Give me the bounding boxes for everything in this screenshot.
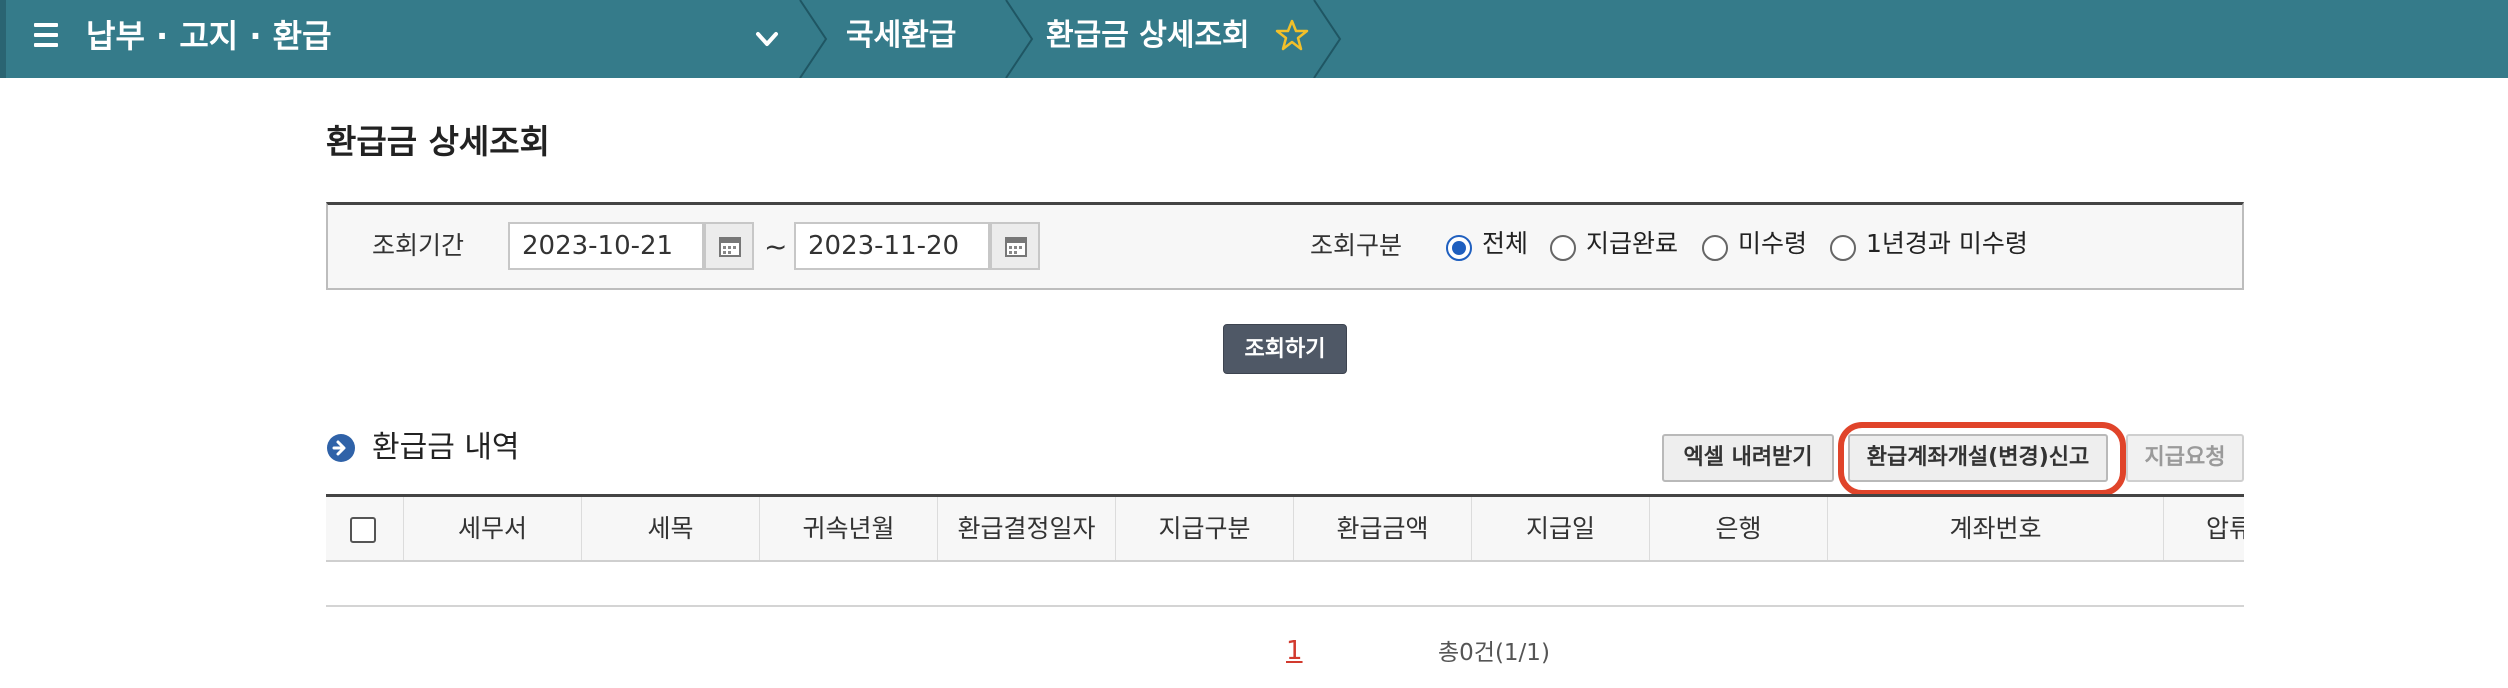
column-header[interactable]: 은행 (1650, 497, 1828, 560)
radio-unclaimed-label[interactable]: 미수령 (1738, 227, 1807, 261)
column-header[interactable]: 환급결정일자 (938, 497, 1116, 560)
radio-unclaimed-over-year[interactable] (1830, 235, 1856, 261)
radio-unclaimed-over-year-label[interactable]: 1년경과 미수령 (1866, 227, 2028, 261)
breadcrumb-separator-icon (799, 0, 828, 78)
top-navigation-bar: 납부 · 고지 · 환급 국세환급 환급금 상세조회 (0, 0, 2508, 78)
column-header[interactable]: 압류 (2164, 497, 2244, 560)
total-count: 총0건(1/1) (1438, 640, 1550, 666)
radio-paid-label[interactable]: 지급완료 (1586, 227, 1678, 261)
chevron-down-icon[interactable] (752, 24, 782, 54)
refund-history-title: 환급금 내역 (372, 430, 520, 465)
start-date-calendar-button[interactable] (704, 222, 754, 270)
radio-unclaimed[interactable] (1702, 235, 1728, 261)
calendar-icon (1005, 237, 1027, 257)
hamburger-menu-icon[interactable] (34, 23, 58, 47)
breadcrumb-item-current[interactable]: 환급금 상세조회 (1046, 14, 1250, 58)
period-label: 조회기간 (372, 231, 465, 260)
radio-all-label[interactable]: 전체 (1482, 227, 1528, 261)
column-header[interactable]: 귀속년월 (760, 497, 938, 560)
column-header[interactable]: 세무서 (404, 497, 582, 560)
refund-table-header: 세무서 세목 귀속년월 환급결정일자 지급구분 환급금액 지급일 은행 계좌번호… (326, 494, 2244, 562)
pagination-current-page[interactable]: 1 (1286, 634, 1303, 668)
page-title: 환급금 상세조회 (326, 122, 551, 161)
column-header[interactable]: 지급구분 (1116, 497, 1294, 560)
calendar-icon (719, 237, 741, 257)
favorite-star-icon[interactable] (1275, 18, 1309, 52)
select-all-checkbox[interactable] (350, 517, 376, 543)
radio-paid[interactable] (1550, 235, 1576, 261)
radio-all[interactable] (1446, 235, 1472, 261)
column-header[interactable]: 세목 (582, 497, 760, 560)
end-date-input[interactable] (794, 222, 990, 270)
date-range-separator: ~ (764, 230, 788, 263)
breadcrumb-separator-icon (1005, 0, 1034, 78)
end-date-calendar-button[interactable] (990, 222, 1040, 270)
search-filter-panel: 조회기간 ~ 조회구분 전체 지급완료 미수령 1년경과 미수령 (326, 202, 2244, 290)
select-all-cell (326, 497, 404, 560)
type-label: 조회구분 (1310, 231, 1403, 260)
section-title-menu[interactable]: 납부 · 고지 · 환급 (86, 14, 332, 58)
column-header[interactable]: 계좌번호 (1828, 497, 2164, 560)
column-header[interactable]: 환급금액 (1294, 497, 1472, 560)
breadcrumb-separator-icon (1313, 0, 1342, 78)
table-bottom-border (326, 605, 2244, 607)
breadcrumb-item-refund[interactable]: 국세환급 (846, 14, 956, 58)
refund-account-report-button[interactable]: 환급계좌개설(변경)신고 (1848, 434, 2108, 482)
arrow-circle-icon (327, 434, 355, 462)
excel-download-button[interactable]: 엑셀 내려받기 (1662, 434, 1834, 482)
search-button[interactable]: 조회하기 (1223, 324, 1347, 374)
start-date-input[interactable] (508, 222, 704, 270)
topbar-left-edge (0, 0, 6, 78)
column-header[interactable]: 지급일 (1472, 497, 1650, 560)
payment-request-button[interactable]: 지급요청 (2126, 434, 2244, 482)
